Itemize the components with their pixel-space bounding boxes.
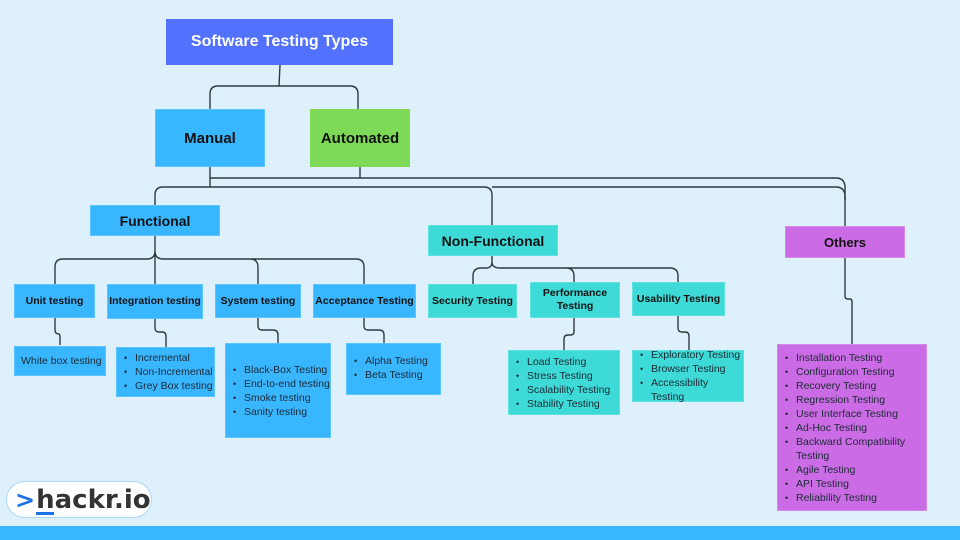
connector-nonfunctional-children <box>472 256 679 285</box>
connector-others-leaf <box>844 258 853 344</box>
others-node: Others <box>785 226 905 258</box>
automated-label: Automated <box>320 129 400 147</box>
list-item: Sanity testing <box>233 405 330 419</box>
list-item: Black-Box Testing <box>233 363 330 377</box>
unit-testing-node: Unit testing <box>14 284 95 318</box>
performance-testing-list: Load Testing Stress Testing Scalability … <box>509 355 610 411</box>
list-item: Alpha Testing <box>354 354 428 368</box>
list-item: API Testing <box>785 477 914 491</box>
list-item: Accessibility Testing <box>640 376 743 404</box>
white-box-testing: White box testing <box>21 355 102 367</box>
connector-integration-leaf <box>154 318 167 347</box>
list-item: Agile Testing <box>785 463 914 477</box>
list-item: Ad-Hoc Testing <box>785 421 914 435</box>
others-label: Others <box>824 234 866 250</box>
list-item: Smoke testing <box>233 391 330 405</box>
usability-testing-label: Usability Testing <box>636 292 721 305</box>
usability-testing-list: Exploratory Testing Browser Testing Acce… <box>633 348 743 404</box>
list-item: Scalability Testing <box>516 383 610 397</box>
performance-testing-label: Performance Testing <box>542 287 608 312</box>
non-functional-label: Non-Functional <box>441 232 545 249</box>
integration-testing-label: Integration testing <box>109 295 201 307</box>
list-item: Grey Box testing <box>124 379 213 393</box>
integration-testing-leaf: Incremental Non-Incremental Grey Box tes… <box>116 347 215 397</box>
manual-node: Manual <box>155 109 265 167</box>
acceptance-testing-node: Acceptance Testing <box>313 284 416 318</box>
root-title: Software Testing Types <box>190 33 369 50</box>
system-testing-label: System testing <box>220 294 296 307</box>
connector-system-leaf <box>257 318 279 343</box>
list-item: Beta Testing <box>354 368 428 382</box>
system-testing-list: Black-Box Testing End-to-end testing Smo… <box>226 363 330 419</box>
connector-to-others <box>209 167 846 200</box>
security-testing-label: Security Testing <box>432 294 513 307</box>
security-testing-node: Security Testing <box>428 284 517 318</box>
list-item: Recovery Testing <box>785 379 914 393</box>
list-item: End-to-end testing <box>233 377 330 391</box>
list-item: Reliability Testing <box>785 491 914 505</box>
acceptance-testing-label: Acceptance Testing <box>315 294 414 307</box>
list-item: Exploratory Testing <box>640 348 743 362</box>
system-testing-leaf: Black-Box Testing End-to-end testing Smo… <box>225 343 331 438</box>
usability-testing-node: Usability Testing <box>632 282 725 316</box>
acceptance-testing-leaf: Alpha Testing Beta Testing <box>346 343 441 395</box>
performance-testing-node: Performance Testing <box>530 282 620 318</box>
connector-performance-leaf <box>563 318 575 350</box>
acceptance-testing-list: Alpha Testing Beta Testing <box>347 354 428 382</box>
footer-bar <box>0 526 960 540</box>
connector-functional-children <box>54 236 365 285</box>
connector-acceptance-leaf <box>363 318 385 343</box>
logo-text: ackr.io <box>54 484 151 515</box>
chevron-right-icon: > <box>15 485 36 514</box>
logo-first-letter: h <box>36 484 55 515</box>
unit-testing-leaf: White box testing <box>14 346 106 376</box>
list-item: Regression Testing <box>785 393 914 407</box>
connector-root <box>209 64 359 110</box>
functional-node: Functional <box>90 205 220 236</box>
performance-testing-leaf: Load Testing Stress Testing Scalability … <box>508 350 620 415</box>
system-testing-node: System testing <box>215 284 301 318</box>
integration-testing-list: Incremental Non-Incremental Grey Box tes… <box>117 351 213 393</box>
non-functional-node: Non-Functional <box>428 225 558 256</box>
list-item: Stress Testing <box>516 369 610 383</box>
functional-label: Functional <box>119 212 191 229</box>
connector-unit-leaf <box>54 318 61 345</box>
list-item: Non-Incremental <box>124 365 213 379</box>
connector-branches <box>154 186 846 226</box>
list-item: User Interface Testing <box>785 407 914 421</box>
unit-testing-label: Unit testing <box>25 294 84 307</box>
automated-node: Automated <box>310 109 410 167</box>
list-item: Installation Testing <box>785 351 914 365</box>
list-item: Backward Compatibility Testing <box>785 435 914 463</box>
hackr-io-logo[interactable]: > h ackr.io <box>6 481 152 518</box>
list-item: Stability Testing <box>516 397 610 411</box>
list-item: Incremental <box>124 351 213 365</box>
list-item: Load Testing <box>516 355 610 369</box>
others-list: Installation Testing Configuration Testi… <box>778 351 914 505</box>
root-node: Software Testing Types <box>166 19 393 65</box>
usability-testing-leaf: Exploratory Testing Browser Testing Acce… <box>632 348 744 404</box>
list-item: Configuration Testing <box>785 365 914 379</box>
others-leaf: Installation Testing Configuration Testi… <box>777 344 927 511</box>
connector-usability-leaf <box>677 316 690 350</box>
list-item: Browser Testing <box>640 362 743 376</box>
manual-label: Manual <box>184 129 236 147</box>
integration-testing-node: Integration testing <box>107 284 203 319</box>
